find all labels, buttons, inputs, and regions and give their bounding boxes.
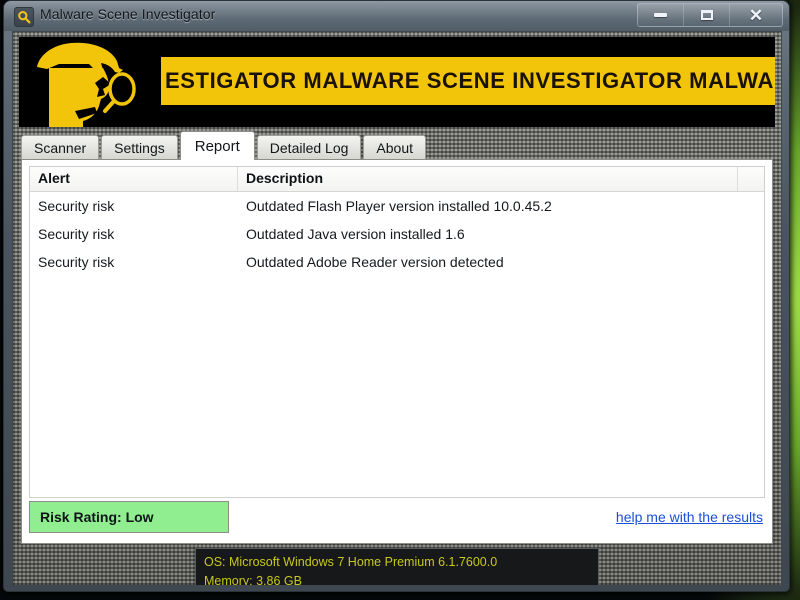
table-row[interactable]: Security risk Outdated Adobe Reader vers… (30, 248, 764, 276)
window-controls: ✕ (637, 3, 783, 27)
tab-label: Scanner (34, 140, 87, 156)
tab-report[interactable]: Report (179, 131, 255, 160)
close-icon: ✕ (748, 5, 764, 25)
sysinfo-os: OS: Microsoft Windows 7 Home Premium 6.1… (204, 555, 498, 569)
column-header-alert[interactable]: Alert (30, 167, 238, 191)
alerts-table[interactable]: Alert Description Security risk Outdated… (29, 166, 765, 498)
cell-alert: Security risk (38, 198, 115, 214)
cell-description: Outdated Flash Player version installed … (246, 198, 552, 214)
report-panel: Alert Description Security risk Outdated… (21, 159, 773, 544)
cell-description: Outdated Adobe Reader version detected (246, 254, 504, 270)
maximize-icon (700, 10, 713, 20)
system-info-panel: OS: Microsoft Windows 7 Home Premium 6.1… (195, 548, 599, 586)
tab-label: Report (194, 137, 240, 155)
risk-rating-badge: Risk Rating: Low (29, 501, 229, 533)
column-header-description[interactable]: Description (238, 167, 738, 191)
tab-label: About (376, 140, 413, 156)
banner-marquee: ESTIGATOR MALWARE SCENE INVESTIGATOR MAL… (161, 37, 775, 127)
application-window: Malware Scene Investigator ✕ ESTIGATOR M… (3, 0, 790, 592)
tab-about[interactable]: About (363, 135, 426, 160)
magnifier-icon (14, 7, 34, 27)
tab-detailed-log[interactable]: Detailed Log (256, 135, 362, 160)
tab-label: Settings (114, 140, 165, 156)
cell-alert: Security risk (38, 254, 115, 270)
help-with-results-link[interactable]: help me with the results (616, 509, 763, 525)
app-banner: ESTIGATOR MALWARE SCENE INVESTIGATOR MAL… (19, 37, 775, 127)
table-row[interactable]: Security risk Outdated Flash Player vers… (30, 192, 764, 220)
title-bar[interactable]: Malware Scene Investigator ✕ (4, 1, 789, 31)
risk-summary-row: Risk Rating: Low help me with the result… (29, 501, 765, 535)
banner-strip: ESTIGATOR MALWARE SCENE INVESTIGATOR MAL… (161, 57, 775, 105)
tab-label: Detailed Log (269, 140, 349, 156)
window-title: Malware Scene Investigator (40, 6, 216, 22)
sherlock-holmes-magnifier-logo (19, 37, 159, 127)
minimize-button[interactable] (638, 4, 684, 26)
tab-bar: Scanner Settings Report Detailed Log Abo… (21, 131, 773, 160)
cell-alert: Security risk (38, 226, 115, 242)
banner-text: ESTIGATOR MALWARE SCENE INVESTIGATOR MAL… (165, 68, 775, 93)
table-header-row: Alert Description (30, 167, 764, 192)
column-header-spacer[interactable] (738, 167, 764, 191)
cell-description: Outdated Java version installed 1.6 (246, 226, 465, 242)
screen: Malware Scene Investigator ✕ ESTIGATOR M… (0, 0, 800, 600)
maximize-button[interactable] (684, 4, 730, 26)
tab-scanner[interactable]: Scanner (21, 135, 100, 160)
close-button[interactable]: ✕ (730, 4, 782, 26)
sysinfo-memory: Memory: 3,86 GB (204, 574, 302, 586)
table-row[interactable]: Security risk Outdated Java version inst… (30, 220, 764, 248)
client-area: ESTIGATOR MALWARE SCENE INVESTIGATOR MAL… (12, 31, 782, 586)
minimize-icon (654, 13, 667, 17)
tab-settings[interactable]: Settings (101, 135, 178, 160)
